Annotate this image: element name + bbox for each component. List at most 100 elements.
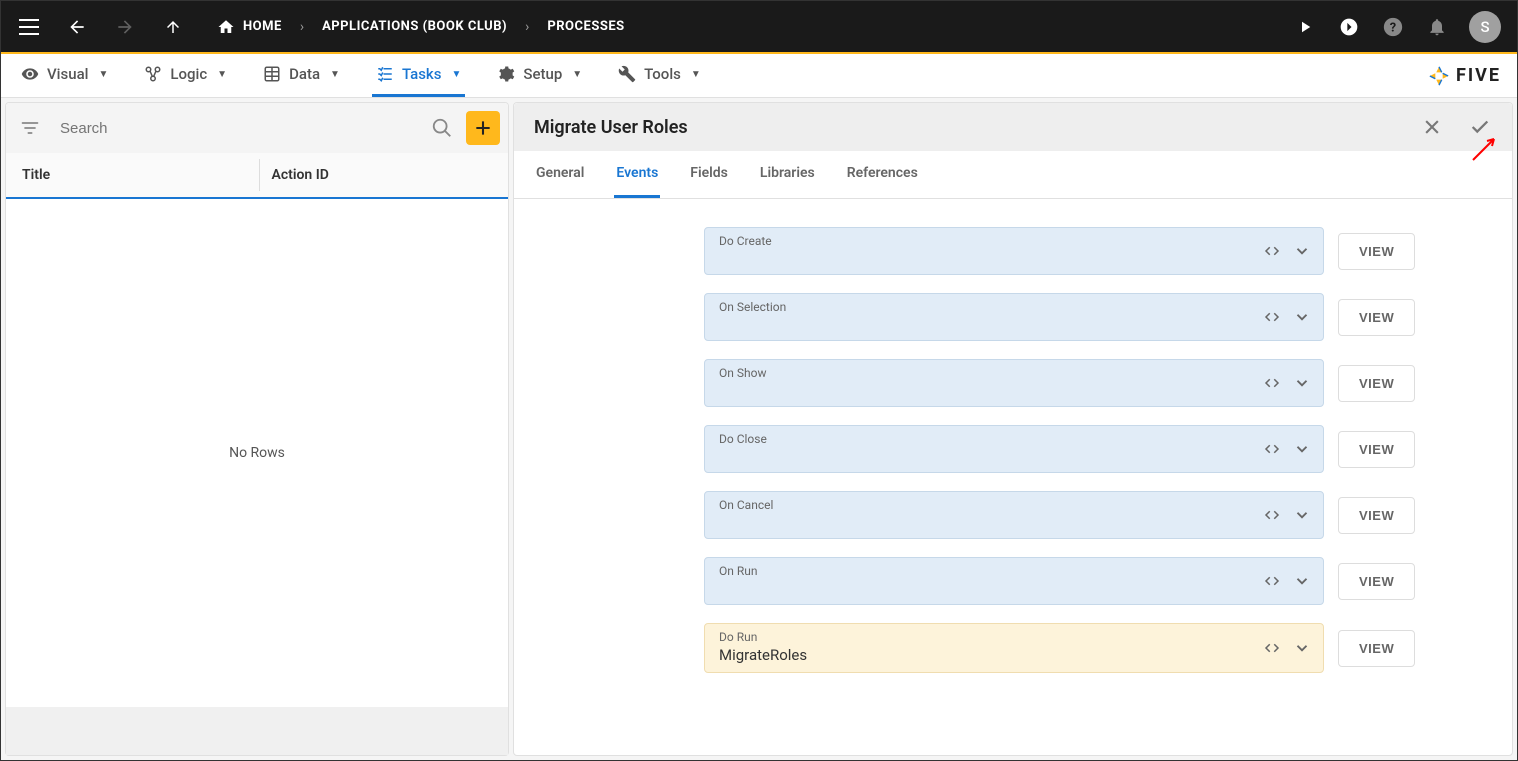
gear-icon (497, 65, 515, 83)
table-icon (263, 65, 281, 83)
tab-logic[interactable]: Logic ▼ (140, 54, 231, 97)
event-row: Do Close VIEW (534, 425, 1492, 473)
view-button[interactable]: VIEW (1338, 431, 1415, 468)
view-button[interactable]: VIEW (1338, 299, 1415, 336)
search-icon[interactable] (426, 112, 458, 144)
breadcrumb-home[interactable]: HOME (217, 18, 282, 36)
event-field-icons (1263, 308, 1311, 326)
brand-text: FIVE (1456, 65, 1501, 86)
help-icon[interactable]: ? (1381, 15, 1405, 39)
event-field[interactable]: Do RunMigrateRoles (704, 623, 1324, 673)
topbar-right: ? S (1293, 11, 1501, 43)
tab-tools[interactable]: Tools ▼ (614, 54, 705, 97)
tab-data[interactable]: Data ▼ (259, 54, 344, 97)
breadcrumb-applications[interactable]: APPLICATIONS (BOOK CLUB) (322, 19, 507, 34)
event-label: On Selection (719, 300, 786, 314)
event-field[interactable]: Do Create (704, 227, 1324, 275)
eye-icon (21, 65, 39, 83)
close-icon[interactable] (1420, 115, 1444, 139)
play-icon[interactable] (1293, 15, 1317, 39)
comment-icon[interactable] (1337, 15, 1361, 39)
detail-actions (1420, 115, 1492, 139)
hamburger-icon[interactable] (17, 15, 41, 39)
event-row: On Cancel VIEW (534, 491, 1492, 539)
view-button[interactable]: VIEW (1338, 563, 1415, 600)
event-field[interactable]: On Show (704, 359, 1324, 407)
detail-title: Migrate User Roles (534, 117, 688, 138)
view-button[interactable]: VIEW (1338, 365, 1415, 402)
event-row: On Show VIEW (534, 359, 1492, 407)
breadcrumb-processes[interactable]: PROCESSES (547, 19, 624, 34)
chevron-down-icon[interactable] (1293, 506, 1311, 524)
event-field[interactable]: On Selection (704, 293, 1324, 341)
event-row: Do Create VIEW (534, 227, 1492, 275)
tab-setup[interactable]: Setup ▼ (493, 54, 586, 97)
search-input[interactable] (54, 114, 418, 143)
event-field-icons (1263, 639, 1311, 657)
chevron-down-icon[interactable] (1293, 572, 1311, 590)
code-icon[interactable] (1263, 242, 1281, 260)
chevron-down-icon[interactable] (1293, 374, 1311, 392)
column-title[interactable]: Title (18, 167, 247, 183)
event-label: On Show (719, 366, 766, 380)
no-rows-message: No Rows (6, 199, 508, 707)
check-icon[interactable] (1468, 115, 1492, 139)
view-button[interactable]: VIEW (1338, 630, 1415, 667)
chevron-down-icon[interactable] (1293, 639, 1311, 657)
event-label: Do Run (719, 630, 757, 644)
tab-visual[interactable]: Visual ▼ (17, 54, 112, 97)
content-area: Title Action ID No Rows Migrate User Rol… (1, 98, 1517, 760)
events-area: Do Create VIEW On Selection VIEW On Show VIEW… (514, 199, 1512, 719)
event-field[interactable]: On Cancel (704, 491, 1324, 539)
code-icon[interactable] (1263, 572, 1281, 590)
right-panel: Migrate User Roles General Events Fields… (513, 102, 1513, 756)
code-icon[interactable] (1263, 374, 1281, 392)
forward-arrow-icon (113, 15, 137, 39)
event-field[interactable]: On Run (704, 557, 1324, 605)
chevron-right-icon: › (300, 19, 304, 35)
chevron-down-icon[interactable] (1293, 308, 1311, 326)
svg-text:?: ? (1390, 20, 1396, 35)
breadcrumb-label: PROCESSES (547, 19, 624, 34)
tab-tasks[interactable]: Tasks ▼ (372, 54, 465, 97)
code-icon[interactable] (1263, 506, 1281, 524)
view-button[interactable]: VIEW (1338, 497, 1415, 534)
table-header: Title Action ID (6, 153, 508, 199)
add-button[interactable] (466, 111, 500, 145)
column-action-id[interactable]: Action ID (272, 167, 497, 183)
sub-tab-events[interactable]: Events (614, 151, 660, 198)
event-field-icons (1263, 440, 1311, 458)
code-icon[interactable] (1263, 440, 1281, 458)
event-row: Do RunMigrateRoles VIEW (534, 623, 1492, 673)
wrench-icon (618, 65, 636, 83)
sub-tab-libraries[interactable]: Libraries (758, 151, 817, 198)
left-panel: Title Action ID No Rows (5, 102, 509, 756)
back-arrow-icon[interactable] (65, 15, 89, 39)
code-icon[interactable] (1263, 639, 1281, 657)
code-icon[interactable] (1263, 308, 1281, 326)
caret-down-icon: ▼ (330, 69, 340, 80)
event-label: Do Create (719, 234, 772, 248)
breadcrumb: HOME › APPLICATIONS (BOOK CLUB) › PROCES… (217, 18, 625, 36)
event-field[interactable]: Do Close (704, 425, 1324, 473)
filter-icon[interactable] (14, 112, 46, 144)
event-field-icons (1263, 374, 1311, 392)
chevron-right-icon: › (525, 19, 529, 35)
caret-down-icon: ▼ (98, 69, 108, 80)
caret-down-icon: ▼ (572, 69, 582, 80)
detail-header: Migrate User Roles (514, 103, 1512, 151)
event-label: On Cancel (719, 498, 773, 512)
event-field-icons (1263, 506, 1311, 524)
view-button[interactable]: VIEW (1338, 233, 1415, 270)
sub-tab-general[interactable]: General (534, 151, 586, 198)
sub-tab-fields[interactable]: Fields (688, 151, 730, 198)
bell-icon[interactable] (1425, 15, 1449, 39)
chevron-down-icon[interactable] (1293, 242, 1311, 260)
event-row: On Run VIEW (534, 557, 1492, 605)
sub-tabs: General Events Fields Libraries Referenc… (514, 151, 1512, 199)
sub-tab-references[interactable]: References (845, 151, 920, 198)
up-arrow-icon[interactable] (161, 15, 185, 39)
topbar: HOME › APPLICATIONS (BOOK CLUB) › PROCES… (1, 1, 1517, 52)
avatar[interactable]: S (1469, 11, 1501, 43)
chevron-down-icon[interactable] (1293, 440, 1311, 458)
